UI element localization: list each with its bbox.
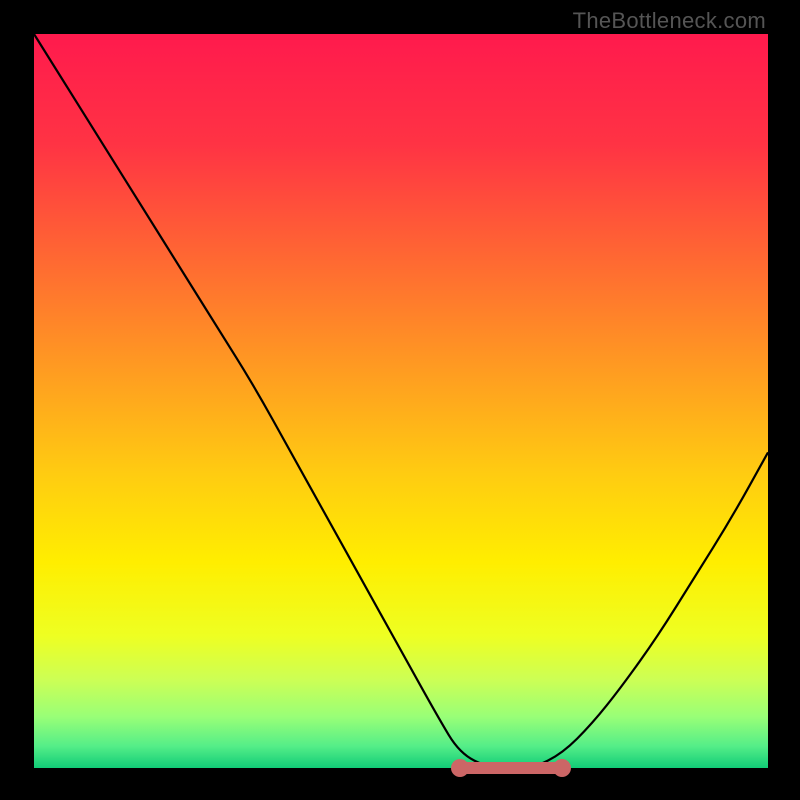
plot-area	[34, 34, 768, 768]
chart-container: TheBottleneck.com	[0, 0, 800, 800]
marker-dot-right	[553, 759, 571, 777]
marker-bar	[460, 762, 563, 774]
watermark-text: TheBottleneck.com	[573, 8, 766, 34]
curve-line	[34, 34, 768, 768]
